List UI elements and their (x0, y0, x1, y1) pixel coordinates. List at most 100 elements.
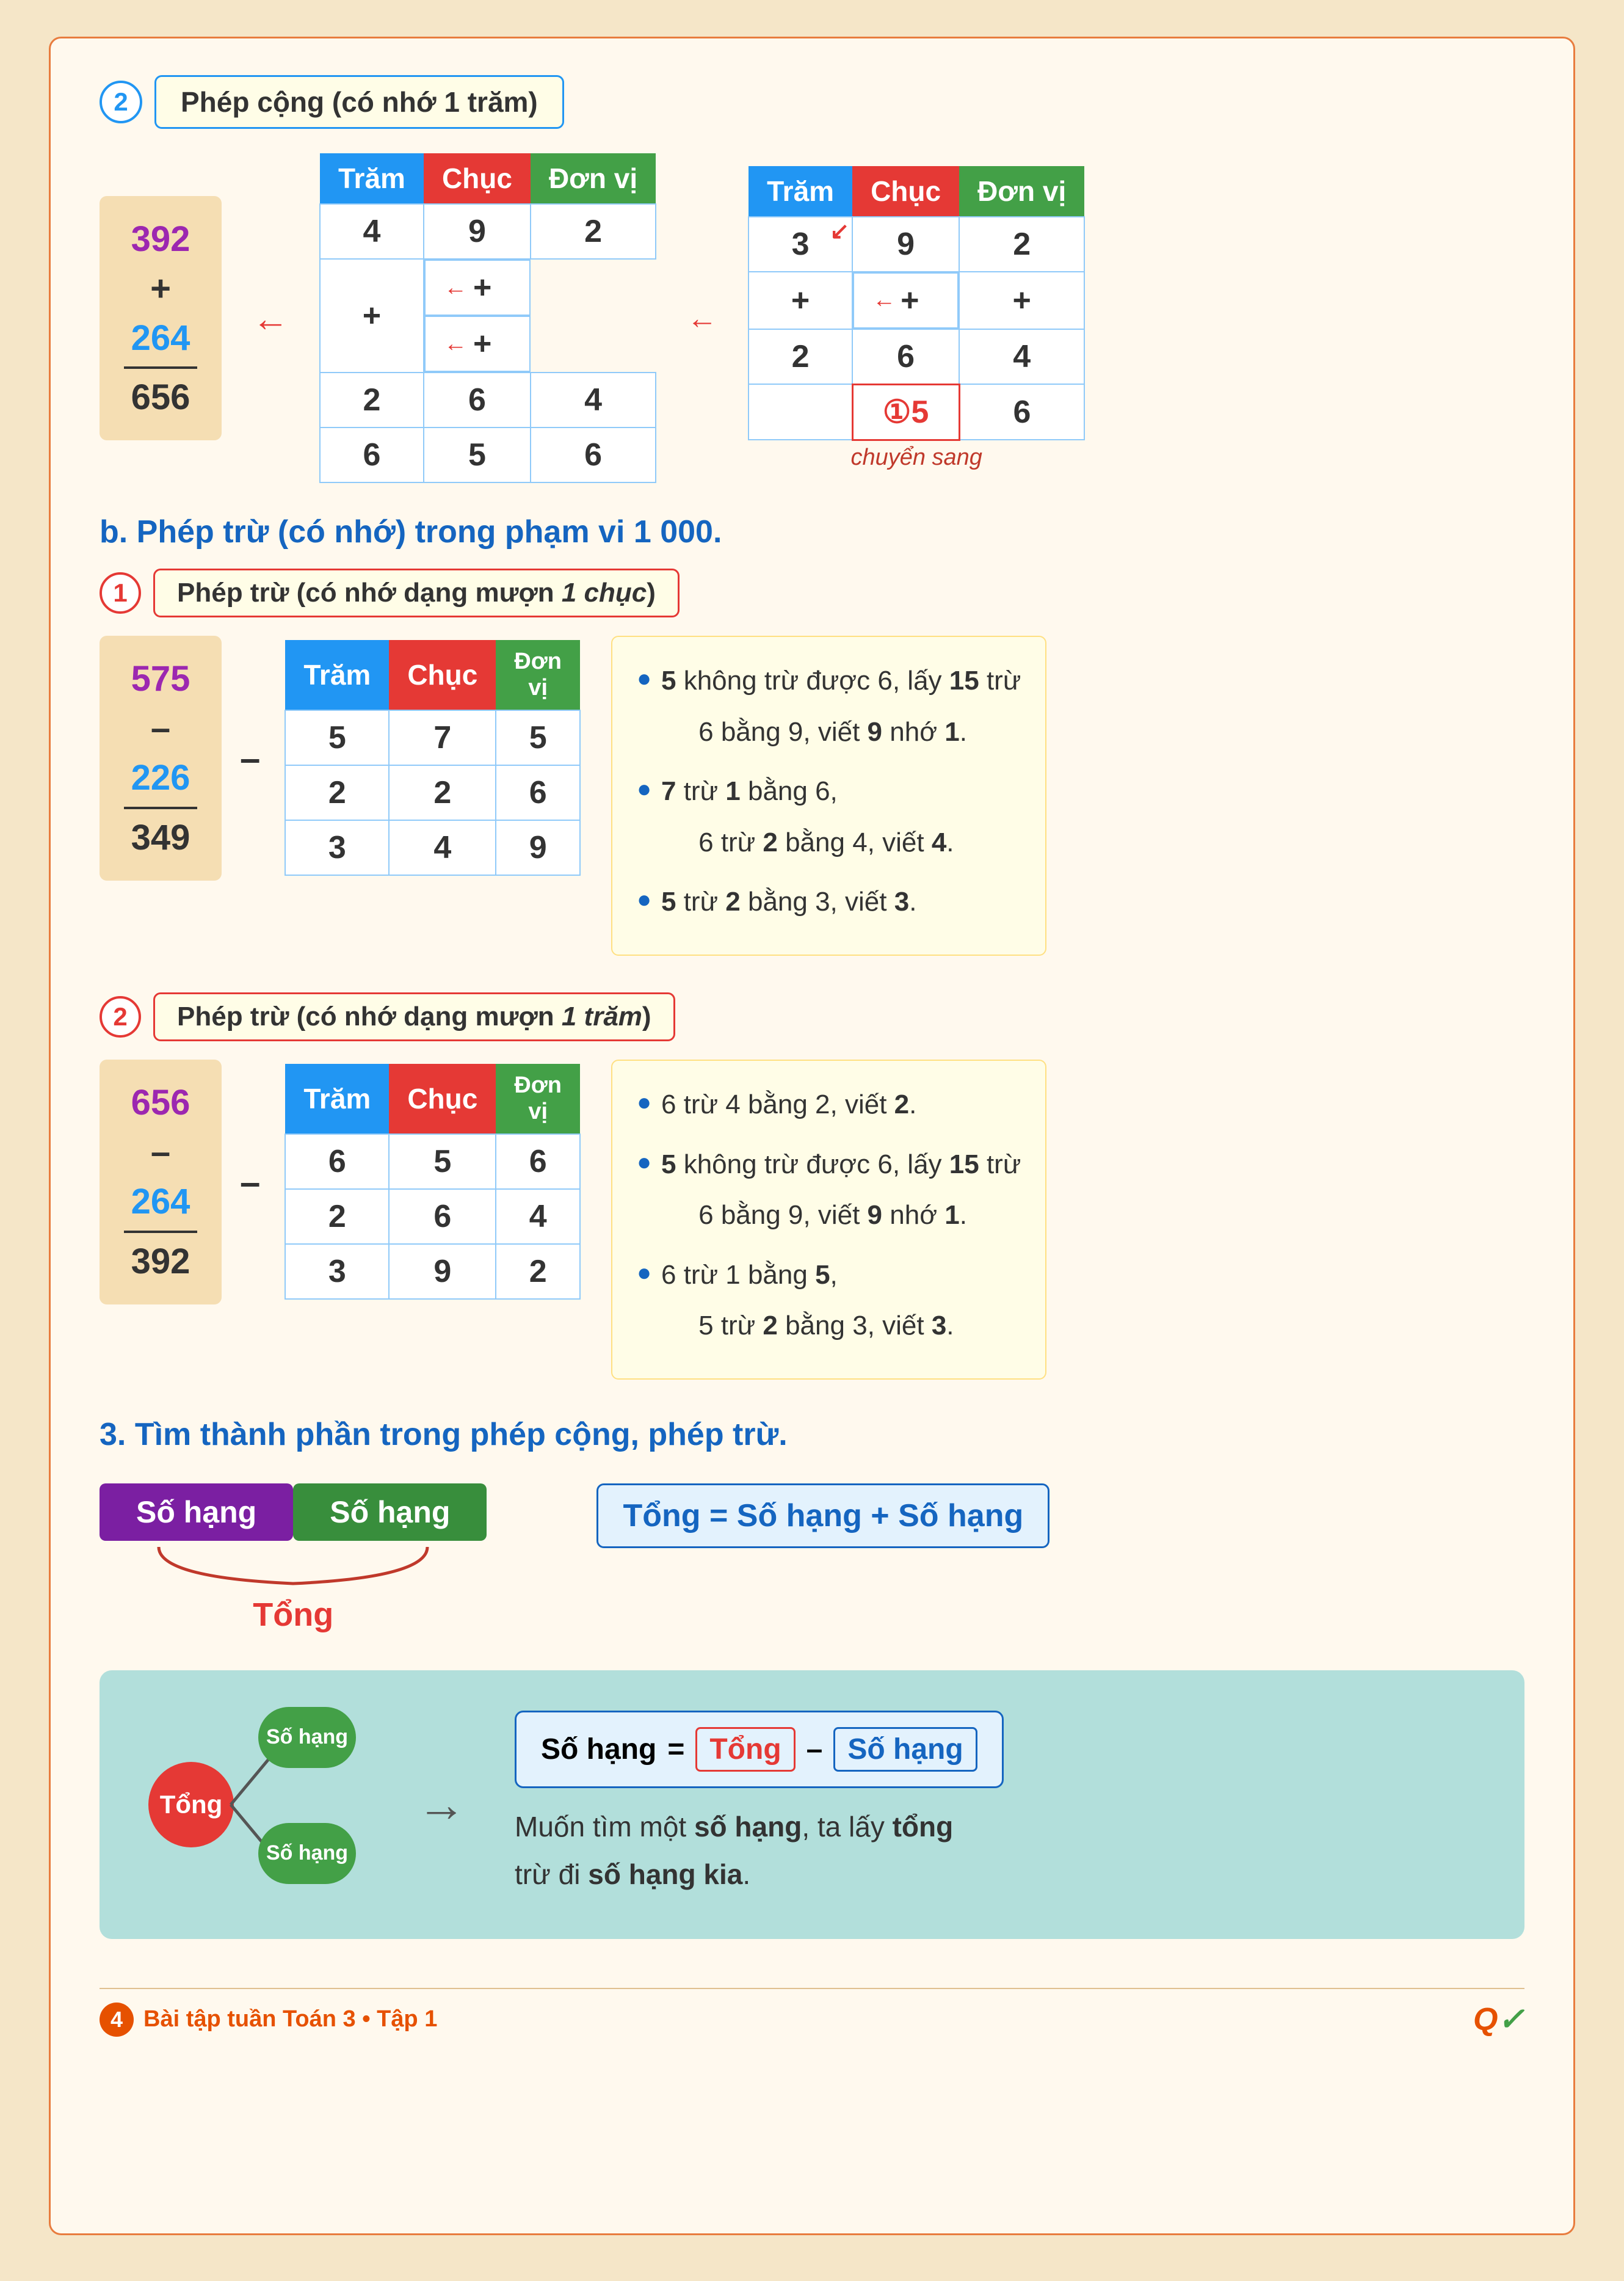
t2-r2c1: + (749, 272, 852, 329)
tong-label: Tổng (253, 1596, 333, 1634)
t4-r2c2: 6 (389, 1189, 496, 1244)
th3-donvi: Đơnvị (496, 640, 580, 710)
bullet-1-1: 5 không trừ được 6, lấy 15 trừ 6 bằng 9,… (637, 655, 1021, 757)
phep-tru-1-arith: 575 – 226 349 – Trăm Chục Đơnvị (100, 636, 581, 881)
section2-header: 2 Phép cộng (có nhớ 1 trăm) (100, 75, 1524, 129)
formula2-tong: Tổng (695, 1727, 795, 1772)
t2-r3c3: 4 (959, 329, 1084, 385)
th-chuc-1: Chục (424, 153, 531, 204)
section2-title: Phép cộng (có nhớ 1 trăm) (154, 75, 564, 129)
bullet-2-3: 6 trừ 1 bằng 5, 5 trừ 2 bằng 3, viết 3. (637, 1250, 1021, 1352)
t1-r3c1: 2 (320, 373, 424, 427)
formula2-right: Số hạng (833, 1727, 977, 1772)
calc-table-4: Trăm Chục Đơnvị 6 5 6 2 6 (285, 1064, 581, 1300)
sub1-num: 1 (100, 572, 141, 614)
arith2-result: 349 (124, 807, 197, 862)
bullet-1-3: 5 trừ 2 bằng 3, viết 3. (637, 876, 1021, 928)
t1-r4c2: 5 (424, 427, 531, 482)
t4-r1c1: 6 (285, 1134, 389, 1189)
t3-r3c1: 3 (285, 820, 389, 875)
t3-r1c2: 7 (389, 710, 496, 765)
t4-r2c3: 4 (496, 1189, 580, 1244)
sh-circle-2: Số hạng (258, 1823, 356, 1884)
bullet-list-1: 5 không trừ được 6, lấy 15 trừ 6 bằng 9,… (611, 636, 1046, 956)
arith3-op: – (124, 1127, 197, 1177)
th-tram-1: Trăm (320, 153, 424, 204)
t3-r2c2: 2 (389, 765, 496, 820)
minus-sign-2: – (240, 1161, 260, 1203)
t2-r3c1: 2 (749, 329, 852, 385)
th4-donvi: Đơnvị (496, 1064, 580, 1134)
t1-r1c3: 2 (531, 204, 656, 259)
footer-page-number: 4 (100, 2003, 134, 2037)
section3: 3. Tìm thành phần trong phép cộng, phép … (100, 1416, 1524, 1939)
t4-r3c3: 2 (496, 1244, 580, 1299)
formula1-box: Tổng = Số hạng + Số hạng (596, 1483, 1049, 1548)
arith1-num1: 392 (124, 214, 197, 264)
calc-table-2: Trăm Chục Đơn vị 3↙ 9 2 (748, 166, 1085, 441)
t1-r4c3: 6 (531, 427, 656, 482)
bullet-1-2: 7 trừ 1 bằng 6, 6 trừ 2 bằng 4, viết 4. (637, 766, 1021, 868)
th4-tram: Trăm (285, 1064, 389, 1134)
t4-r3c2: 9 (389, 1244, 496, 1299)
arith-box-3: 656 – 264 392 (100, 1060, 222, 1304)
bullet-2-1: 6 trừ 4 bằng 2, viết 2. (637, 1079, 1021, 1130)
table1-container: Trăm Chục Đơn vị 4 9 2 + (319, 153, 656, 483)
phep-tru-block-2: 656 – 264 392 – Trăm Chục Đơnvị (100, 1060, 1524, 1380)
t3-r1c3: 5 (496, 710, 580, 765)
t4-r1c3: 6 (496, 1134, 580, 1189)
section-phep-cong: 2 Phép cộng (có nhớ 1 trăm) 392 + 264 65… (100, 75, 1524, 483)
calc-table-3: Trăm Chục Đơnvị 5 7 5 2 2 (285, 640, 581, 876)
t3-r1c1: 5 (285, 710, 389, 765)
t2-r4c2: ①5 (852, 384, 959, 440)
sub2-num: 2 (100, 996, 141, 1038)
t1-r1c1: 4 (320, 204, 424, 259)
sub1-header: 1 Phép trừ (có nhớ dạng mượn 1 chục) (100, 569, 1524, 617)
formula2-block: Số hạng = Tổng – Số hạng Muốn tìm một số… (515, 1711, 1004, 1898)
arith-box-2: 575 – 226 349 (100, 636, 222, 881)
bracket-svg (140, 1541, 446, 1590)
t2-r1c1: 3↙ (749, 217, 852, 272)
tree-diagram: Tổng Số hạng Số hạng (136, 1701, 368, 1908)
t1-r2c1: + (320, 259, 424, 373)
footer-left: 4 Bài tập tuần Toán 3 • Tập 1 (100, 2003, 437, 2037)
formula2-minus: – (807, 1733, 823, 1766)
arrow-left-1: ← (252, 297, 289, 340)
section3-row-bottom: Tổng Số hạng Số hạng → (100, 1670, 1524, 1939)
so-hang-node-2: Số hạng (258, 1823, 356, 1884)
t3-r2c1: 2 (285, 765, 389, 820)
th-donvi-1: Đơn vị (531, 153, 656, 204)
bullet-list-2: 6 trừ 4 bằng 2, viết 2. 5 không trừ được… (611, 1060, 1046, 1380)
t4-r1c2: 5 (389, 1134, 496, 1189)
arrow-middle: ← (687, 300, 717, 336)
arith2-num2: 226 (124, 753, 197, 802)
sub2-header: 2 Phép trừ (có nhớ dạng mượn 1 trăm) (100, 992, 1524, 1041)
th3-tram: Trăm (285, 640, 389, 710)
section3-row-top: Số hạng Số hạng Tổng Tổng = Số hạng + Số… (100, 1483, 1524, 1634)
table2-container: Trăm Chục Đơn vị 3↙ 9 2 (748, 166, 1085, 471)
formula2-left: Số hạng (541, 1733, 656, 1766)
formula1-container: Tổng = Số hạng + Số hạng (596, 1483, 1049, 1548)
t2-r1c2: 9 (852, 217, 959, 272)
t1-r3c3: 4 (531, 373, 656, 427)
so-hang-node-1: Số hạng (258, 1707, 356, 1768)
bullet-2-2: 5 không trừ được 6, lấy 15 trừ 6 bằng 9,… (637, 1139, 1021, 1241)
th-chuc-2: Chục (852, 166, 959, 217)
sh-circle-1: Số hạng (258, 1707, 356, 1768)
so-hang-box-1: Số hạng (100, 1483, 293, 1541)
th3-chuc: Chục (389, 640, 496, 710)
arith3-result: 392 (124, 1231, 197, 1286)
t2-r4c1 (749, 384, 852, 440)
arrow-right-section3: → (417, 1777, 466, 1833)
t1-r2c3: ←+ (424, 316, 531, 372)
th-tram-2: Trăm (749, 166, 852, 217)
th-donvi-2: Đơn vị (959, 166, 1084, 217)
formula3-text: Muốn tìm một số hạng, ta lấy tổngtrừ đi … (515, 1803, 1003, 1898)
t2-r3c2: 6 (852, 329, 959, 385)
t3-r2c3: 6 (496, 765, 580, 820)
t1-r2c2: ←+ (424, 260, 531, 316)
minus-sign-1: – (240, 737, 260, 779)
so-hang-top-row: Số hạng Số hạng (100, 1483, 487, 1541)
t3-r3c2: 4 (389, 820, 496, 875)
arith1-result: 656 (124, 366, 197, 422)
